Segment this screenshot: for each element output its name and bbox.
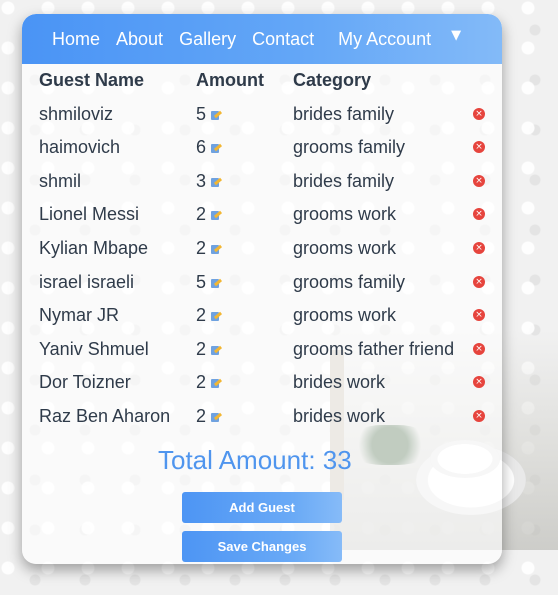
top-navbar: Home About Gallery Contact My Account ▼: [22, 14, 502, 64]
caret-down-icon[interactable]: ▼: [451, 28, 461, 43]
guest-category: grooms work: [293, 204, 397, 225]
edit-icon[interactable]: [211, 278, 223, 289]
nav-contact-link[interactable]: Contact: [252, 29, 314, 50]
edit-icon[interactable]: [211, 210, 223, 221]
guest-amount: 2: [196, 372, 207, 393]
table-row: Yaniv Shmuel 2 grooms father friend ×: [39, 335, 499, 369]
guest-name: Kylian Mbape: [39, 237, 149, 258]
edit-icon[interactable]: [211, 143, 223, 154]
save-changes-button[interactable]: Save Changes: [182, 531, 342, 562]
guest-amount: 3: [196, 170, 207, 191]
table-row: Kylian Mbape 2 grooms work ×: [39, 234, 499, 268]
total-amount: Total Amount: 33: [158, 445, 352, 475]
guest-category: grooms father friend: [293, 338, 455, 359]
header-category: Category: [293, 70, 372, 90]
delete-icon[interactable]: ×: [473, 409, 485, 422]
edit-icon[interactable]: [211, 177, 223, 188]
guest-amount: 2: [196, 237, 207, 258]
guest-name: shmil: [39, 170, 82, 191]
guest-category: brides work: [293, 405, 386, 426]
guest-category: brides family: [293, 103, 395, 124]
guest-amount: 2: [196, 305, 207, 326]
guest-table: Guest Name Amount Category shmiloviz 5 b…: [39, 66, 499, 436]
guest-amount-cell: 2: [196, 335, 223, 363]
guest-amount-cell: 2: [196, 402, 223, 430]
guest-amount-cell: 5: [196, 268, 223, 296]
guest-amount: 5: [196, 103, 207, 124]
guest-amount-cell: 5: [196, 100, 223, 128]
guest-amount: 6: [196, 137, 207, 158]
guest-amount: 2: [196, 338, 207, 359]
guest-category: grooms work: [293, 305, 397, 326]
guest-category: grooms family: [293, 271, 406, 292]
guest-name: Nymar JR: [39, 305, 119, 326]
guest-name: Raz Ben Aharon: [39, 405, 171, 426]
guest-category: grooms family: [293, 137, 406, 158]
edit-icon[interactable]: [211, 378, 223, 389]
edit-icon[interactable]: [211, 412, 223, 423]
nav-about-link[interactable]: About: [116, 29, 163, 50]
delete-icon[interactable]: ×: [473, 208, 485, 221]
table-row: haimovich 6 grooms family ×: [39, 133, 499, 167]
delete-icon[interactable]: ×: [473, 342, 485, 355]
guest-amount-cell: 2: [196, 234, 223, 262]
table-row: shmiloviz 5 brides family ×: [39, 100, 499, 134]
guest-amount: 5: [196, 271, 207, 292]
delete-icon[interactable]: ×: [473, 174, 485, 187]
guest-category: brides work: [293, 372, 386, 393]
nav-home-link[interactable]: Home: [52, 29, 100, 50]
guest-amount: 2: [196, 204, 207, 225]
header-amount: Amount: [196, 70, 264, 90]
guest-amount-cell: 6: [196, 133, 223, 161]
guest-amount-cell: 2: [196, 368, 223, 396]
guest-name: Dor Toizner: [39, 372, 131, 393]
header-guest-name: Guest Name: [39, 70, 145, 90]
guest-name: haimovich: [39, 137, 121, 158]
delete-icon[interactable]: ×: [473, 141, 485, 154]
delete-icon[interactable]: ×: [473, 309, 485, 322]
table-header: Guest Name Amount Category: [39, 66, 499, 100]
nav-gallery-link[interactable]: Gallery: [179, 29, 236, 50]
guest-category: brides family: [293, 170, 395, 191]
edit-icon[interactable]: [211, 110, 223, 121]
guest-name: shmiloviz: [39, 103, 114, 124]
guest-amount-cell: 2: [196, 200, 223, 228]
guest-amount-cell: 3: [196, 167, 223, 195]
table-row: Dor Toizner 2 brides work ×: [39, 368, 499, 402]
add-guest-button[interactable]: Add Guest: [182, 492, 342, 523]
table-row: Lionel Messi 2 grooms work ×: [39, 200, 499, 234]
delete-icon[interactable]: ×: [473, 275, 485, 288]
guest-category: grooms work: [293, 237, 397, 258]
table-row: israel israeli 5 grooms family ×: [39, 268, 499, 302]
table-row: Raz Ben Aharon 2 brides work ×: [39, 402, 499, 436]
nav-my-account-link[interactable]: My Account: [338, 29, 431, 50]
delete-icon[interactable]: ×: [473, 241, 485, 254]
guest-list-panel: Home About Gallery Contact My Account ▼ …: [22, 14, 502, 564]
table-row: Nymar JR 2 grooms work ×: [39, 301, 499, 335]
guest-amount-cell: 2: [196, 301, 223, 329]
delete-icon[interactable]: ×: [473, 376, 485, 389]
guest-name: Yaniv Shmuel: [39, 338, 149, 359]
guest-amount: 2: [196, 405, 207, 426]
edit-icon[interactable]: [211, 311, 223, 322]
guest-name: israel israeli: [39, 271, 135, 292]
table-row: shmil 3 brides family ×: [39, 167, 499, 201]
guest-name: Lionel Messi: [39, 204, 140, 225]
delete-icon[interactable]: ×: [473, 107, 485, 120]
edit-icon[interactable]: [211, 345, 223, 356]
edit-icon[interactable]: [211, 244, 223, 255]
